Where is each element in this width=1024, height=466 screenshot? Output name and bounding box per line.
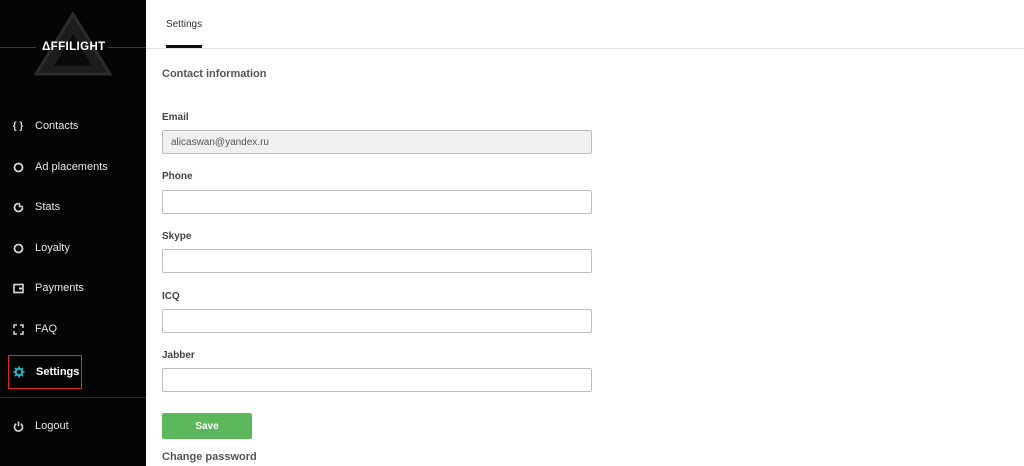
bracket-corners-icon [11, 322, 25, 336]
sidebar-item-label: Payments [35, 282, 84, 294]
wallet-icon [11, 281, 25, 295]
braces-icon: { } [12, 120, 24, 132]
email-label: Email [162, 112, 189, 123]
sidebar-item-label: Stats [35, 201, 61, 213]
sidebar-item-settings[interactable]: Settings [8, 355, 82, 389]
sidebar-item-payments[interactable]: Payments [8, 273, 138, 303]
tab-settings[interactable]: Settings [166, 0, 202, 49]
sidebar-item-label: Ad placements [35, 161, 108, 173]
save-button[interactable]: Save [162, 413, 252, 439]
sidebar-item-ad-placements[interactable]: Ad placements [8, 152, 138, 182]
jabber-field[interactable] [162, 368, 592, 392]
logo[interactable]: ΔFFILIGHT [0, 0, 146, 95]
logout-button[interactable]: Logout [8, 411, 138, 441]
brand-name: ΔFFILIGHT [42, 41, 106, 53]
header-tabs: Settings [146, 0, 1024, 49]
logo-line-left [0, 47, 36, 48]
sidebar-item-label: Loyalty [35, 242, 70, 254]
gear-icon [12, 365, 26, 379]
email-field[interactable] [162, 130, 592, 154]
change-password-title: Change password [162, 451, 257, 463]
phone-label: Phone [162, 171, 193, 182]
sidebar-item-stats[interactable]: Stats [8, 192, 138, 222]
sidebar-item-label: Contacts [35, 120, 79, 132]
circle-icon [11, 160, 25, 174]
power-icon [11, 419, 25, 433]
sidebar-item-label: Settings [36, 366, 80, 378]
section-title: Contact information [162, 68, 267, 80]
sidebar: ΔFFILIGHT { } Contacts Ad placements Sta… [0, 0, 146, 466]
sidebar-item-loyalty[interactable]: Loyalty [8, 233, 138, 263]
sidebar-divider [0, 397, 146, 398]
icq-field[interactable] [162, 309, 592, 333]
sidebar-item-contacts[interactable]: { } Contacts [8, 111, 138, 141]
pie-chart-icon [11, 200, 25, 214]
circle-icon [11, 241, 25, 255]
sidebar-item-faq[interactable]: FAQ [8, 314, 138, 344]
skype-field[interactable] [162, 249, 592, 273]
logout-label: Logout [35, 420, 69, 432]
logo-line-right [108, 47, 146, 48]
icq-label: ICQ [162, 291, 180, 302]
phone-field[interactable] [162, 190, 592, 214]
sidebar-item-label: FAQ [35, 323, 58, 335]
skype-label: Skype [162, 231, 192, 242]
active-tab-indicator [166, 45, 202, 48]
jabber-label: Jabber [162, 350, 195, 361]
